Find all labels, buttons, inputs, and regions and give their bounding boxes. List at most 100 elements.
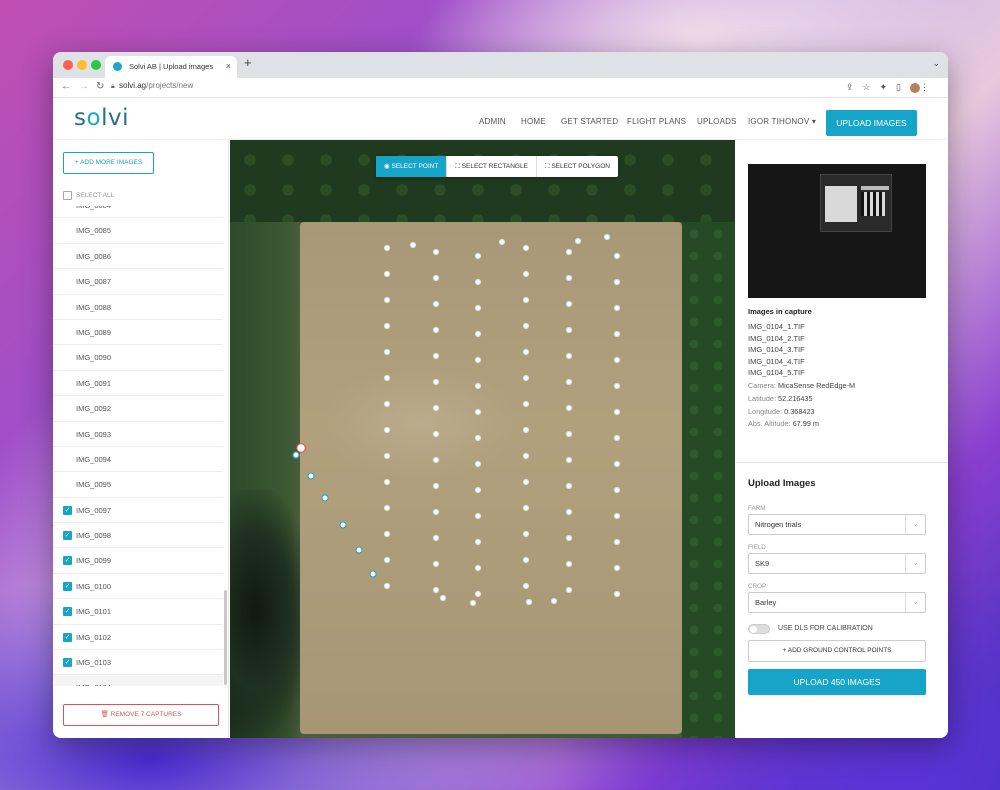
add-more-images-button[interactable]: + ADD MORE IMAGES [63, 152, 154, 174]
capture-point[interactable] [613, 408, 621, 416]
capture-point[interactable] [383, 374, 391, 382]
capture-point[interactable] [522, 530, 530, 538]
capture-point[interactable] [432, 352, 440, 360]
capture-point[interactable] [613, 538, 621, 546]
capture-point[interactable] [432, 482, 440, 490]
list-item[interactable]: IMG_0087 [53, 269, 223, 295]
browser-tab[interactable]: Solvi AB | Upload images × [105, 56, 237, 78]
forward-arrow-icon[interactable]: → [79, 81, 89, 92]
nav-home[interactable]: HOME [521, 117, 546, 126]
map-view[interactable]: ◉ SELECT POINT ⛶ SELECT RECTANGLE ⛶ SELE… [230, 140, 735, 738]
list-item[interactable]: IMG_0084 [53, 206, 223, 219]
selected-capture-point[interactable] [339, 521, 347, 529]
select-point-button[interactable]: ◉ SELECT POINT [376, 156, 448, 177]
bookmark-star-icon[interactable]: ☆ [862, 82, 879, 92]
upload-images-button[interactable]: UPLOAD IMAGES [826, 110, 917, 136]
close-window-icon[interactable] [63, 60, 73, 70]
checked-checkbox-icon[interactable]: ✓ [63, 581, 72, 591]
user-menu[interactable]: IGOR TIHONOV ▾ [748, 117, 816, 126]
list-item[interactable]: IMG_0091 [53, 371, 223, 397]
capture-point[interactable] [474, 330, 482, 338]
capture-point[interactable] [383, 556, 391, 564]
add-ground-control-points-button[interactable]: + ADD GROUND CONTROL POINTS [748, 640, 926, 662]
nav-get-started[interactable]: GET STARTED [561, 117, 618, 126]
capture-point[interactable] [522, 400, 530, 408]
capture-point[interactable] [432, 248, 440, 256]
capture-point[interactable] [432, 586, 440, 594]
capture-point[interactable] [565, 482, 573, 490]
upload-450-images-button[interactable]: UPLOAD 450 IMAGES [748, 669, 926, 695]
select-all-checkbox[interactable] [63, 191, 72, 200]
list-item[interactable]: IMG_0104 [53, 675, 223, 686]
capture-point[interactable] [613, 330, 621, 338]
capture-point[interactable] [383, 426, 391, 434]
capture-point[interactable] [474, 512, 482, 520]
capture-point[interactable] [474, 486, 482, 494]
capture-point[interactable] [474, 564, 482, 572]
capture-point[interactable] [565, 508, 573, 516]
capture-point[interactable] [383, 452, 391, 460]
selected-capture-point[interactable] [355, 546, 363, 554]
list-item[interactable]: IMG_0092 [53, 396, 223, 422]
capture-point[interactable] [469, 599, 477, 607]
select-polygon-button[interactable]: ⛶ SELECT POLYGON [537, 156, 618, 177]
capture-point[interactable] [613, 252, 621, 260]
list-item[interactable]: ✓ IMG_0099 [53, 548, 223, 574]
tab-close-icon[interactable]: × [226, 61, 231, 71]
extensions-puzzle-icon[interactable]: ✦ [880, 82, 897, 92]
capture-point[interactable] [613, 486, 621, 494]
list-item[interactable]: ✓ IMG_0100 [53, 574, 223, 600]
list-item[interactable]: IMG_0085 [53, 218, 223, 244]
capture-point[interactable] [522, 426, 530, 434]
capture-point[interactable] [474, 382, 482, 390]
capture-point[interactable] [383, 348, 391, 356]
capture-point[interactable] [474, 304, 482, 312]
capture-point[interactable] [474, 538, 482, 546]
capture-point[interactable] [613, 304, 621, 312]
list-item[interactable]: ✓ IMG_0101 [53, 599, 223, 625]
capture-point[interactable] [522, 374, 530, 382]
select-all[interactable]: SELECT ALL [63, 191, 114, 200]
capture-point[interactable] [613, 564, 621, 572]
capture-point[interactable] [474, 252, 482, 260]
capture-point[interactable] [522, 582, 530, 590]
capture-point[interactable] [565, 326, 573, 334]
sidebar-icon[interactable]: ▯ [896, 82, 910, 92]
capture-point[interactable] [383, 270, 391, 278]
farm-select[interactable]: Nitrogen trials ⌄ [748, 514, 926, 535]
capture-point[interactable] [613, 460, 621, 468]
capture-point[interactable] [474, 590, 482, 598]
capture-point[interactable] [474, 460, 482, 468]
nav-admin[interactable]: ADMIN [479, 117, 506, 126]
capture-point[interactable] [613, 278, 621, 286]
maximize-window-icon[interactable] [91, 60, 101, 70]
share-icon[interactable]: ⇪ [846, 82, 863, 92]
checked-checkbox-icon[interactable]: ✓ [63, 658, 72, 668]
url-field[interactable]: solvi.ag/projects/new [119, 81, 193, 90]
capture-point[interactable] [613, 590, 621, 598]
capture-point[interactable] [432, 326, 440, 334]
crop-select[interactable]: Barley ⌄ [748, 592, 926, 613]
checked-checkbox-icon[interactable]: ✓ [63, 531, 72, 541]
capture-point[interactable] [432, 456, 440, 464]
solvi-logo[interactable]: solvi [74, 105, 129, 131]
selected-capture-point[interactable] [321, 494, 329, 502]
capture-point[interactable] [613, 356, 621, 364]
capture-point[interactable] [432, 534, 440, 542]
capture-point[interactable] [565, 534, 573, 542]
capture-point[interactable] [522, 270, 530, 278]
capture-point[interactable] [383, 582, 391, 590]
selected-capture-point[interactable] [292, 451, 300, 459]
capture-point[interactable] [565, 300, 573, 308]
capture-point[interactable] [522, 348, 530, 356]
capture-point[interactable] [603, 233, 611, 241]
list-item[interactable]: IMG_0095 [53, 472, 223, 498]
capture-point[interactable] [525, 598, 533, 606]
list-item[interactable]: IMG_0094 [53, 447, 223, 473]
checked-checkbox-icon[interactable]: ✓ [63, 632, 72, 642]
capture-point[interactable] [474, 434, 482, 442]
capture-point[interactable] [383, 530, 391, 538]
capture-point[interactable] [474, 408, 482, 416]
list-scrollbar[interactable] [224, 590, 227, 685]
active-capture-point[interactable] [296, 443, 306, 453]
